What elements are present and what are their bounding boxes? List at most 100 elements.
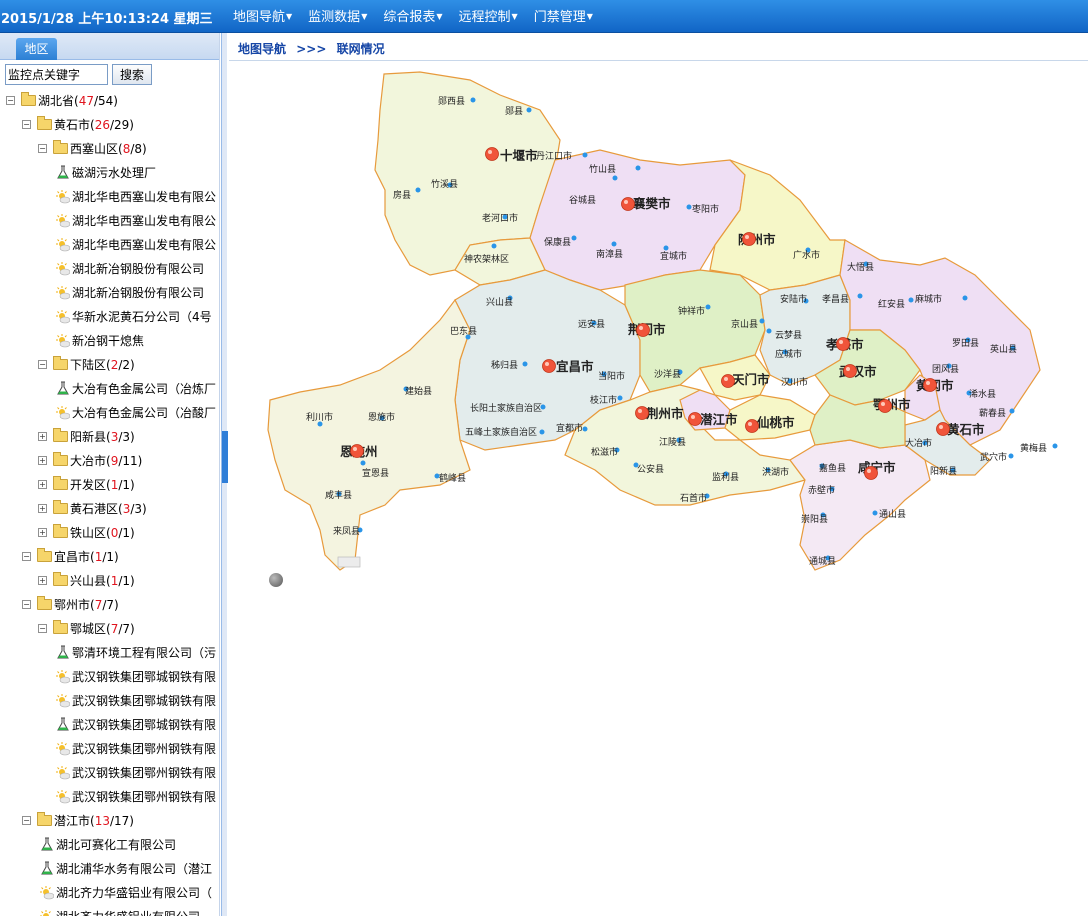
collapse-toggle[interactable]: −	[6, 96, 15, 105]
tree-node[interactable]: 武汉钢铁集团鄂城钢铁有限	[0, 713, 219, 737]
tree-node[interactable]: − 黄石市(26/29)	[0, 113, 219, 137]
tree-node[interactable]: 湖北华电西塞山发电有限公	[0, 233, 219, 257]
menu-reports[interactable]: 综合报表▼	[383, 0, 442, 33]
tree-node[interactable]: + 兴山县(1/1)	[0, 569, 219, 593]
tree-node[interactable]: 武汉钢铁集团鄂州钢铁有限	[0, 785, 219, 809]
tree-node[interactable]: 武汉钢铁集团鄂州钢铁有限	[0, 737, 219, 761]
collapse-toggle[interactable]: −	[38, 624, 47, 633]
county-dot[interactable]	[1052, 443, 1058, 449]
tree-node[interactable]: 鄂清环境工程有限公司（污	[0, 641, 219, 665]
menu-access-control[interactable]: 门禁管理▼	[534, 0, 593, 33]
city-alarm-marker[interactable]	[878, 399, 892, 413]
city-alarm-marker[interactable]	[742, 232, 756, 246]
county-dot[interactable]	[582, 152, 588, 158]
county-dot[interactable]	[766, 328, 772, 334]
expand-toggle[interactable]: +	[38, 456, 47, 465]
county-dot[interactable]	[539, 429, 545, 435]
county-dot[interactable]	[522, 361, 528, 367]
tree-node[interactable]: 湖北新冶钢股份有限公司	[0, 257, 219, 281]
county-dot[interactable]	[415, 187, 421, 193]
county-dot[interactable]	[857, 293, 863, 299]
county-dot[interactable]	[491, 243, 497, 249]
tree-node[interactable]: + 黄石港区(3/3)	[0, 497, 219, 521]
county-dot[interactable]	[759, 318, 765, 324]
tree-node[interactable]: − 下陆区(2/2)	[0, 353, 219, 377]
tree-node[interactable]: 湖北华电西塞山发电有限公	[0, 209, 219, 233]
expand-toggle[interactable]: +	[38, 504, 47, 513]
county-dot[interactable]	[1008, 453, 1014, 459]
breadcrumb-root[interactable]: 地图导航	[238, 42, 286, 56]
city-alarm-marker[interactable]	[843, 364, 857, 378]
collapse-toggle[interactable]: −	[38, 144, 47, 153]
hubei-map[interactable]: 郧西县郧县丹江口市竹山县竹溪县房县老河口市 谷城县枣阳市保康县南漳县 宜城市 神农架林…	[229, 62, 1088, 602]
tree-node[interactable]: 武汉钢铁集团鄂城钢铁有限	[0, 665, 219, 689]
county-dot[interactable]	[571, 235, 577, 241]
city-alarm-marker[interactable]	[350, 444, 364, 458]
city-alarm-marker[interactable]	[936, 422, 950, 436]
tree-node[interactable]: − 湖北省(47/54)	[0, 89, 219, 113]
tree-node[interactable]: 武汉钢铁集团鄂州钢铁有限	[0, 761, 219, 785]
county-dot[interactable]	[360, 460, 366, 466]
county-dot[interactable]	[705, 304, 711, 310]
tree-node[interactable]: − 鄂城区(7/7)	[0, 617, 219, 641]
tree-node[interactable]: 湖北新冶钢股份有限公司	[0, 281, 219, 305]
collapse-handle[interactable]	[222, 431, 228, 483]
collapse-toggle[interactable]: −	[22, 120, 31, 129]
collapse-toggle[interactable]: −	[22, 600, 31, 609]
collapse-toggle[interactable]: −	[38, 360, 47, 369]
city-alarm-marker[interactable]	[721, 374, 735, 388]
tree-node[interactable]: 新冶钢干熄焦	[0, 329, 219, 353]
city-alarm-marker[interactable]	[542, 359, 556, 373]
county-dot[interactable]	[663, 245, 669, 251]
expand-toggle[interactable]: +	[38, 528, 47, 537]
city-alarm-marker[interactable]	[636, 323, 650, 337]
expand-toggle[interactable]: +	[38, 576, 47, 585]
tree-node[interactable]: 湖北齐力华盛铝业有限公司（	[0, 881, 219, 905]
region-enshi[interactable]	[267, 298, 471, 571]
county-dot[interactable]	[908, 297, 914, 303]
city-alarm-marker[interactable]	[688, 412, 702, 426]
tree-node[interactable]: 湖北华电西塞山发电有限公	[0, 185, 219, 209]
county-dot[interactable]	[635, 165, 641, 171]
search-button[interactable]: 搜索	[112, 64, 152, 85]
city-alarm-marker[interactable]	[621, 197, 635, 211]
tree-node[interactable]: − 西塞山区(8/8)	[0, 137, 219, 161]
tree-node[interactable]: 大冶有色金属公司（冶酸厂	[0, 401, 219, 425]
county-dot[interactable]	[611, 241, 617, 247]
county-dot[interactable]	[686, 204, 692, 210]
sidebar-splitter[interactable]	[221, 33, 228, 916]
city-alarm-marker[interactable]	[923, 378, 937, 392]
county-dot[interactable]	[617, 395, 623, 401]
city-alarm-marker[interactable]	[635, 406, 649, 420]
tree-node[interactable]: + 阳新县(3/3)	[0, 425, 219, 449]
tree-node[interactable]: 湖北浦华水务有限公司（潜江	[0, 857, 219, 881]
county-dot[interactable]	[470, 97, 476, 103]
menu-remote-control[interactable]: 远程控制▼	[459, 0, 518, 33]
tree-node[interactable]: 大冶有色金属公司（冶炼厂	[0, 377, 219, 401]
tree-node[interactable]: + 大冶市(9/11)	[0, 449, 219, 473]
collapse-toggle[interactable]: −	[22, 816, 31, 825]
city-alarm-marker[interactable]	[836, 337, 850, 351]
menu-map-navigation[interactable]: 地图导航▼	[233, 0, 292, 33]
expand-toggle[interactable]: +	[38, 480, 47, 489]
tree-node[interactable]: − 宜昌市(1/1)	[0, 545, 219, 569]
collapse-toggle[interactable]: −	[22, 552, 31, 561]
tree-node[interactable]: 武汉钢铁集团鄂城钢铁有限	[0, 689, 219, 713]
tab-region[interactable]: 地区	[16, 38, 57, 60]
county-dot[interactable]	[962, 295, 968, 301]
tree-node[interactable]: + 铁山区(0/1)	[0, 521, 219, 545]
county-dot[interactable]	[582, 426, 588, 432]
tree-node[interactable]: − 潜江市(13/17)	[0, 809, 219, 833]
tree-node[interactable]: 湖北可赛化工有限公司	[0, 833, 219, 857]
county-dot[interactable]	[526, 107, 532, 113]
search-input[interactable]	[5, 64, 108, 85]
menu-monitoring-data[interactable]: 监测数据▼	[308, 0, 367, 33]
tree-node[interactable]: 磁湖污水处理厂	[0, 161, 219, 185]
city-alarm-marker[interactable]	[864, 466, 878, 480]
tree-node[interactable]: − 鄂州市(7/7)	[0, 593, 219, 617]
tree-node[interactable]: 华新水泥黄石分公司（4号	[0, 305, 219, 329]
county-dot[interactable]	[1009, 408, 1015, 414]
county-dot[interactable]	[872, 510, 878, 516]
expand-toggle[interactable]: +	[38, 432, 47, 441]
city-alarm-marker[interactable]	[745, 419, 759, 433]
